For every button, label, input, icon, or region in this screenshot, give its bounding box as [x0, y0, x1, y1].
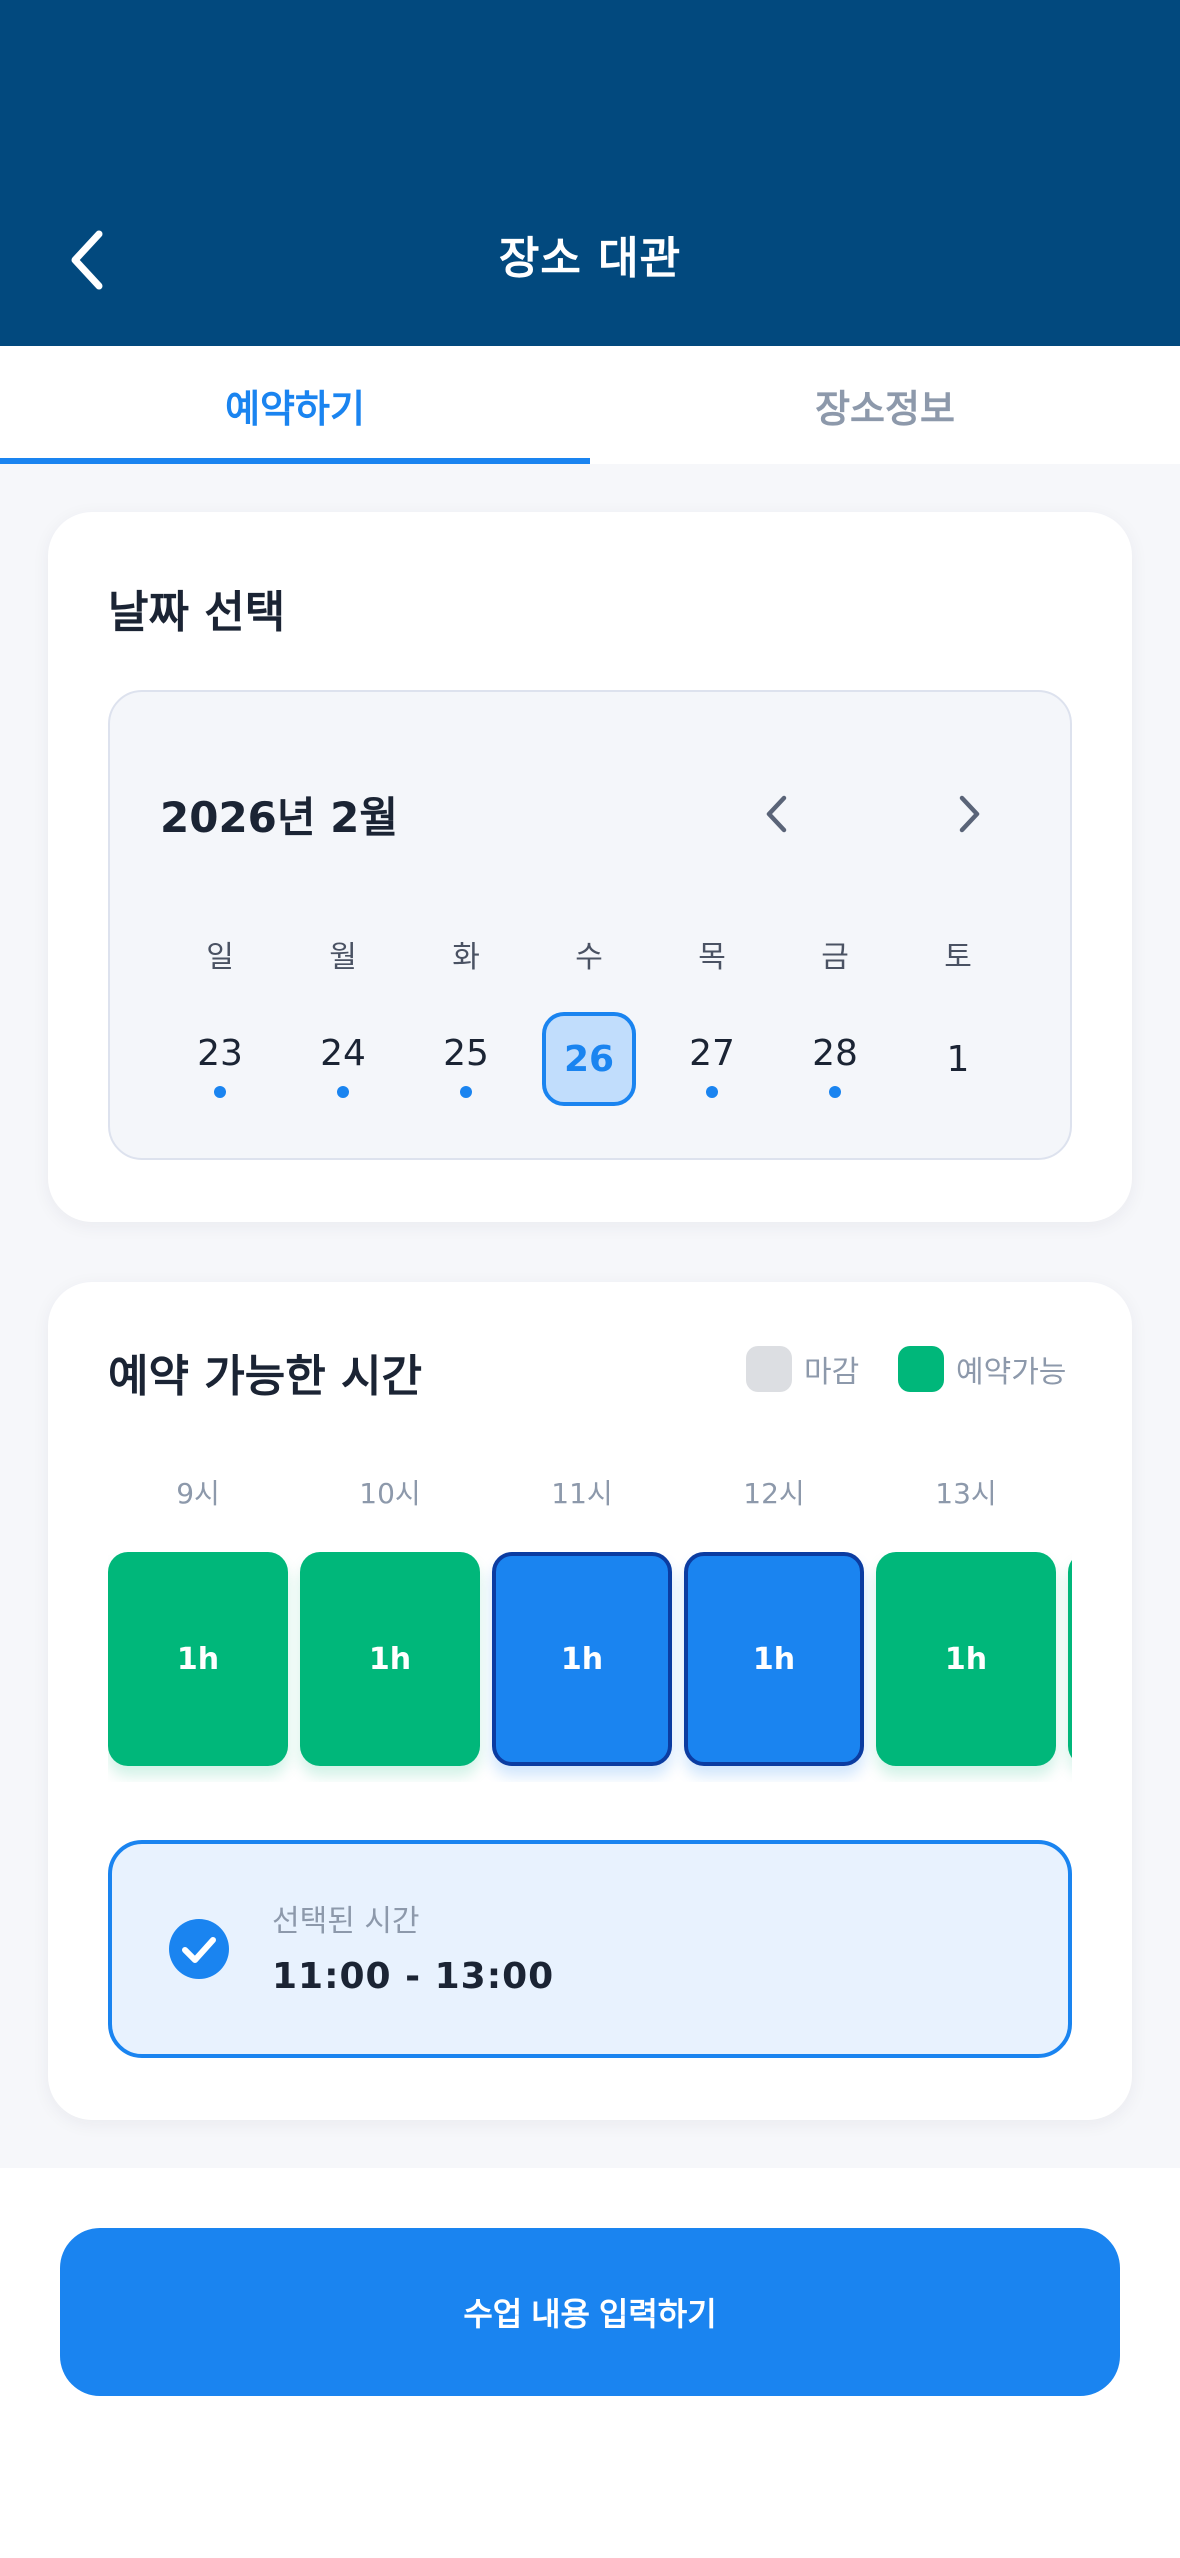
legend-closed: 마감 [746, 1346, 859, 1392]
hour-label: 10시 [359, 1477, 421, 1510]
closed-swatch [746, 1346, 792, 1392]
calendar-day[interactable]: 1 [911, 1012, 1005, 1106]
tab-venue-info[interactable]: 장소정보 [590, 346, 1180, 464]
time-slot-selected[interactable]: 1h [684, 1552, 864, 1766]
calendar-day[interactable]: 28 [788, 1012, 882, 1106]
legend-available-label: 예약가능 [956, 1355, 1067, 1390]
app-header: 장소 대관 [0, 0, 1180, 346]
legend-closed-label: 마감 [804, 1355, 860, 1390]
weekday-fri: 금 [821, 940, 849, 975]
calendar-day[interactable]: 25 [419, 1012, 513, 1106]
selected-time-summary: 선택된 시간 11:00 - 13:00 [108, 1840, 1072, 2058]
weekday-wed: 수 [575, 940, 603, 975]
time-slot-selected[interactable]: 1h [492, 1552, 672, 1766]
day-number: 1 [946, 1038, 970, 1080]
day-number: 28 [812, 1032, 858, 1074]
day-number: 23 [197, 1032, 243, 1074]
availability-dot [706, 1086, 718, 1098]
enter-class-details-button[interactable]: 수업 내용 입력하기 [60, 2228, 1120, 2396]
calendar-day-selected[interactable]: 26 [542, 1012, 636, 1106]
calendar-day[interactable]: 27 [665, 1012, 759, 1106]
availability-dot [337, 1086, 349, 1098]
hour-label: 9시 [176, 1477, 220, 1510]
availability-dot [829, 1086, 841, 1098]
day-number: 27 [689, 1032, 735, 1074]
selected-time-caption: 선택된 시간 [272, 1904, 420, 1939]
chevron-right-icon [959, 795, 980, 833]
check-circle-icon [169, 1919, 229, 1979]
weekday-sat: 토 [944, 940, 972, 975]
selected-time-value: 11:00 - 13:00 [272, 1956, 555, 1997]
tab-bar: 예약하기 장소정보 [0, 346, 1180, 464]
time-slot-available[interactable]: 1h [876, 1552, 1056, 1766]
tab-reservation[interactable]: 예약하기 [0, 346, 590, 464]
day-number: 25 [443, 1032, 489, 1074]
time-selection-card: 예약 가능한 시간 마감 예약가능 9시 10시 11시 12시 13시 1h … [48, 1282, 1132, 2120]
time-slot-strip[interactable]: 1h 1h 1h 1h 1h [108, 1552, 1072, 1782]
bottom-action-bar: 수업 내용 입력하기 [0, 2168, 1180, 2558]
date-section-title: 날짜 선택 [108, 587, 286, 638]
time-section-title: 예약 가능한 시간 [108, 1351, 422, 1402]
calendar-day[interactable]: 24 [296, 1012, 390, 1106]
time-slot-available[interactable]: 1h [300, 1552, 480, 1766]
chevron-left-icon [766, 795, 787, 833]
hour-label: 11시 [551, 1477, 613, 1510]
hour-label: 13시 [935, 1477, 997, 1510]
calendar-month-label: 2026년 2월 [160, 793, 399, 842]
day-number: 26 [563, 1038, 615, 1080]
time-slot-available[interactable] [1068, 1552, 1072, 1766]
page-title: 장소 대관 [498, 233, 682, 284]
legend-available: 예약가능 [898, 1346, 1066, 1392]
weekday-mon: 월 [329, 940, 357, 975]
availability-dot [460, 1086, 472, 1098]
calendar-day[interactable]: 23 [173, 1012, 267, 1106]
day-number: 24 [320, 1032, 366, 1074]
next-week-button[interactable] [942, 784, 998, 844]
hour-label: 12시 [743, 1477, 805, 1510]
calendar: 2026년 2월 일 월 화 수 목 금 토 23 24 25 26 27 28… [108, 690, 1072, 1160]
weekday-sun: 일 [206, 940, 234, 975]
weekday-thu: 목 [698, 940, 726, 975]
weekday-tue: 화 [452, 940, 480, 975]
availability-dot [214, 1086, 226, 1098]
available-swatch [898, 1346, 944, 1392]
date-selection-card: 날짜 선택 2026년 2월 일 월 화 수 목 금 토 23 24 25 26… [48, 512, 1132, 1222]
time-slot-available[interactable]: 1h [108, 1552, 288, 1766]
prev-week-button[interactable] [748, 784, 804, 844]
